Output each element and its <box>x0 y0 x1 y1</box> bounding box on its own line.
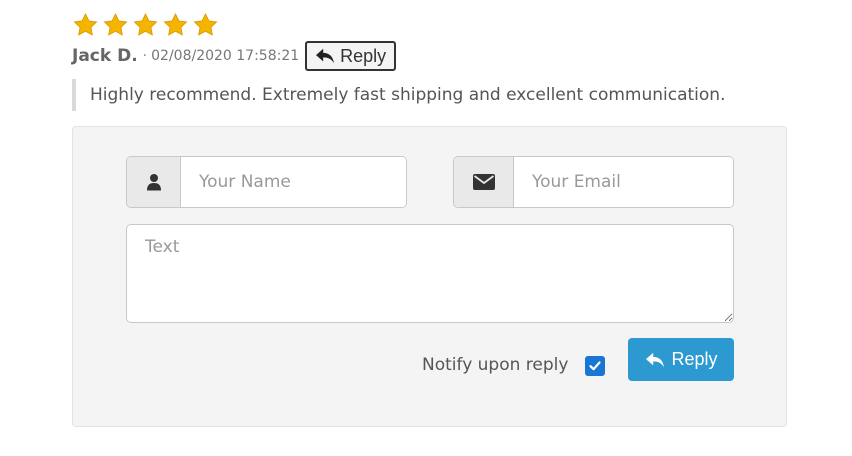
author-name: Jack D. <box>72 46 138 66</box>
submit-reply-button[interactable]: Reply <box>628 338 734 381</box>
name-addon <box>127 157 181 207</box>
review-comment: Highly recommend. Extremely fast shippin… <box>72 79 725 111</box>
review-date: 02/08/2020 17:58:21 <box>151 48 300 64</box>
meta-separator: · <box>142 48 148 64</box>
notify-label: Notify upon reply <box>422 355 569 375</box>
rating-stars <box>72 12 219 38</box>
review-comment-text: Highly recommend. Extremely fast shippin… <box>90 85 726 105</box>
reply-toggle-button[interactable]: Reply <box>305 41 397 71</box>
review-item: Jack D. · 02/08/2020 17:58:21 Reply High… <box>0 0 852 456</box>
user-icon <box>146 174 161 191</box>
reply-arrow-icon <box>646 352 665 367</box>
star-icon <box>163 12 188 36</box>
reply-form: Notify upon reply Reply <box>72 126 787 427</box>
submit-reply-label: Reply <box>671 349 718 369</box>
checkmark-icon <box>589 361 601 371</box>
email-field[interactable] <box>514 157 733 207</box>
name-input-group <box>126 156 407 208</box>
email-addon <box>454 157 514 207</box>
email-input-group <box>453 156 734 208</box>
name-field[interactable] <box>181 157 406 207</box>
text-field[interactable] <box>126 224 734 323</box>
star-icon <box>73 12 98 36</box>
star-icon <box>193 12 218 36</box>
reply-toggle-label: Reply <box>340 45 387 66</box>
star-icon <box>103 12 128 36</box>
star-icon <box>133 12 158 36</box>
review-meta: Jack D. · 02/08/2020 17:58:21 Reply <box>72 40 397 72</box>
reply-arrow-icon <box>316 48 335 64</box>
notify-checkbox[interactable] <box>585 356 605 376</box>
envelope-icon <box>472 174 495 190</box>
